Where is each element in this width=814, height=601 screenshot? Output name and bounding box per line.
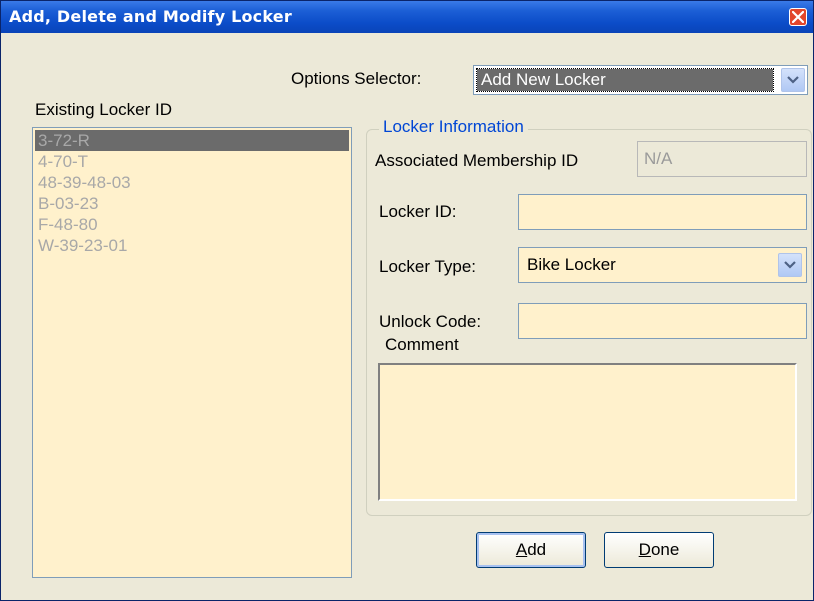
membership-id-field: N/A <box>637 141 807 177</box>
list-item[interactable]: 4-70-T <box>35 151 349 172</box>
locker-id-input[interactable] <box>518 194 807 230</box>
add-button[interactable]: Add <box>476 532 586 568</box>
unlock-code-label: Unlock Code: <box>379 312 482 331</box>
list-item[interactable]: F-48-80 <box>35 214 349 235</box>
locker-id-label: Locker ID: <box>379 202 457 221</box>
membership-id-label: Associated Membership ID <box>375 151 579 170</box>
locker-type-dropdown-button[interactable] <box>778 253 802 277</box>
existing-locker-id-label: Existing Locker ID <box>35 100 172 119</box>
list-item[interactable]: W-39-23-01 <box>35 235 349 256</box>
list-item[interactable]: 48-39-48-03 <box>35 172 349 193</box>
locker-type-label: Locker Type: <box>379 257 477 276</box>
done-button-mnemonic: D <box>638 540 651 559</box>
title-bar[interactable]: Add, Delete and Modify Locker <box>1 1 813 33</box>
locker-information-title: Locker Information <box>379 117 528 137</box>
list-item[interactable]: 3-72-R <box>35 130 349 151</box>
close-button[interactable] <box>789 8 807 26</box>
options-selector-dropdown-button[interactable] <box>781 68 805 92</box>
close-icon <box>792 11 804 23</box>
comment-textarea[interactable] <box>378 363 797 501</box>
options-selector-label: Options Selector: <box>291 69 422 88</box>
locker-type-value: Bike Locker <box>527 255 616 274</box>
locker-type-dropdown[interactable]: Bike Locker <box>518 247 807 283</box>
comment-label: Comment <box>385 335 459 354</box>
dialog-window: Add, Delete and Modify Locker Options Se… <box>0 0 814 601</box>
chevron-down-icon <box>787 76 799 84</box>
existing-locker-list[interactable]: 3-72-R 4-70-T 48-39-48-03 B-03-23 F-48-8… <box>32 127 352 578</box>
unlock-code-input[interactable] <box>518 303 807 339</box>
window-title: Add, Delete and Modify Locker <box>9 7 292 26</box>
add-button-mnemonic: A <box>515 540 528 559</box>
chevron-down-icon <box>784 261 796 269</box>
add-button-label: dd <box>527 540 547 559</box>
list-item[interactable]: B-03-23 <box>35 193 349 214</box>
done-button-label: one <box>650 540 680 559</box>
options-selector-dropdown[interactable]: Add New Locker <box>473 65 808 95</box>
done-button[interactable]: Done <box>604 532 714 568</box>
options-selector-value: Add New Locker <box>476 68 774 92</box>
